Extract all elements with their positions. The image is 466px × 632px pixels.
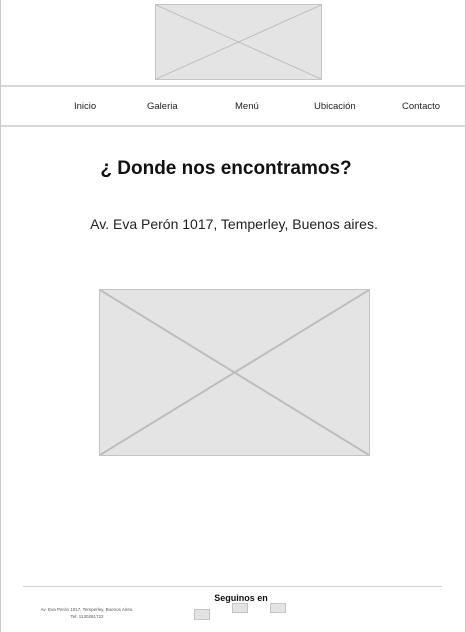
social-icon-placeholder[interactable]: [232, 603, 248, 613]
footer-phone: Tel: 1130261722: [70, 614, 104, 619]
logo-image-placeholder: [155, 4, 322, 80]
follow-us-label: Seguinos en: [214, 593, 268, 603]
map-image-placeholder[interactable]: [99, 289, 370, 456]
nav-item-contacto[interactable]: Contacto: [402, 88, 440, 124]
nav-item-ubicacion[interactable]: Ubicación: [314, 88, 356, 124]
social-icon-placeholder[interactable]: [194, 609, 210, 620]
nav-divider-top: [1, 85, 466, 87]
page-title: ¿ Donde nos encontramos?: [100, 158, 352, 179]
page: Inicio Galeria Menú Ubicación Contacto ¿…: [0, 0, 466, 632]
nav-divider-bottom: [1, 125, 466, 127]
nav-item-inicio[interactable]: Inicio: [74, 88, 96, 124]
social-icon-placeholder[interactable]: [270, 603, 286, 613]
footer-contact-info: Av. Eva Perón 1017, Temperley, Buenos Ai…: [37, 606, 137, 620]
footer-address: Av. Eva Perón 1017, Temperley, Buenos Ai…: [40, 607, 134, 612]
nav-item-galeria[interactable]: Galeria: [147, 88, 178, 124]
footer-divider: [23, 586, 442, 587]
nav-item-menu[interactable]: Menú: [235, 88, 259, 124]
location-address: Av. Eva Perón 1017, Temperley, Buenos ai…: [90, 216, 378, 232]
main-navigation: Inicio Galeria Menú Ubicación Contacto: [1, 88, 466, 124]
